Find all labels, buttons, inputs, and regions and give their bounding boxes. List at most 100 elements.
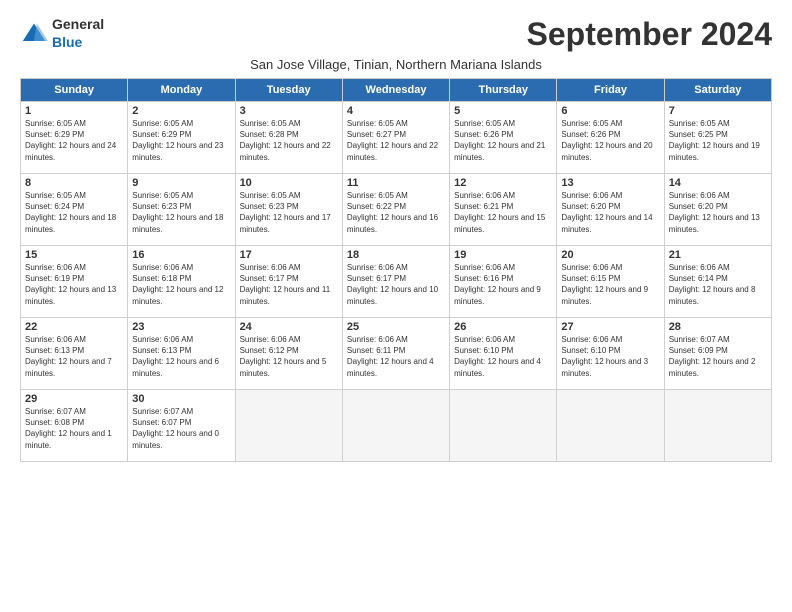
day-cell: 19 Sunrise: 6:06 AM Sunset: 6:16 PM Dayl… xyxy=(450,246,557,318)
day-info: Sunrise: 6:07 AM Sunset: 6:07 PM Dayligh… xyxy=(132,406,230,451)
empty-cell xyxy=(235,390,342,462)
day-number: 4 xyxy=(347,105,445,117)
table-row: 15 Sunrise: 6:06 AM Sunset: 6:19 PM Dayl… xyxy=(21,246,772,318)
day-number: 24 xyxy=(240,321,338,333)
day-info: Sunrise: 6:06 AM Sunset: 6:16 PM Dayligh… xyxy=(454,262,552,307)
day-number: 19 xyxy=(454,249,552,261)
day-cell: 22 Sunrise: 6:06 AM Sunset: 6:13 PM Dayl… xyxy=(21,318,128,390)
day-info: Sunrise: 6:05 AM Sunset: 6:24 PM Dayligh… xyxy=(25,190,123,235)
logo-icon xyxy=(20,20,48,48)
day-cell: 16 Sunrise: 6:06 AM Sunset: 6:18 PM Dayl… xyxy=(128,246,235,318)
day-cell: 10 Sunrise: 6:05 AM Sunset: 6:23 PM Dayl… xyxy=(235,174,342,246)
day-number: 29 xyxy=(25,393,123,405)
day-info: Sunrise: 6:06 AM Sunset: 6:17 PM Dayligh… xyxy=(240,262,338,307)
day-cell: 30 Sunrise: 6:07 AM Sunset: 6:07 PM Dayl… xyxy=(128,390,235,462)
day-cell: 21 Sunrise: 6:06 AM Sunset: 6:14 PM Dayl… xyxy=(664,246,771,318)
day-cell: 18 Sunrise: 6:06 AM Sunset: 6:17 PM Dayl… xyxy=(342,246,449,318)
day-cell: 8 Sunrise: 6:05 AM Sunset: 6:24 PM Dayli… xyxy=(21,174,128,246)
day-number: 26 xyxy=(454,321,552,333)
header-sunday: Sunday xyxy=(21,79,128,102)
day-number: 17 xyxy=(240,249,338,261)
table-row: 8 Sunrise: 6:05 AM Sunset: 6:24 PM Dayli… xyxy=(21,174,772,246)
day-info: Sunrise: 6:05 AM Sunset: 6:25 PM Dayligh… xyxy=(669,118,767,163)
day-cell: 26 Sunrise: 6:06 AM Sunset: 6:10 PM Dayl… xyxy=(450,318,557,390)
day-info: Sunrise: 6:06 AM Sunset: 6:21 PM Dayligh… xyxy=(454,190,552,235)
table-row: 29 Sunrise: 6:07 AM Sunset: 6:08 PM Dayl… xyxy=(21,390,772,462)
day-number: 15 xyxy=(25,249,123,261)
day-info: Sunrise: 6:06 AM Sunset: 6:11 PM Dayligh… xyxy=(347,334,445,379)
day-number: 2 xyxy=(132,105,230,117)
day-cell: 20 Sunrise: 6:06 AM Sunset: 6:15 PM Dayl… xyxy=(557,246,664,318)
day-number: 25 xyxy=(347,321,445,333)
day-number: 12 xyxy=(454,177,552,189)
calendar-title: September 2024 xyxy=(527,16,772,53)
table-row: 22 Sunrise: 6:06 AM Sunset: 6:13 PM Dayl… xyxy=(21,318,772,390)
day-info: Sunrise: 6:05 AMSunset: 6:29 PMDaylight:… xyxy=(25,118,123,163)
logo-blue: Blue xyxy=(52,34,82,50)
day-info: Sunrise: 6:05 AM Sunset: 6:23 PM Dayligh… xyxy=(240,190,338,235)
day-number: 9 xyxy=(132,177,230,189)
day-info: Sunrise: 6:05 AM Sunset: 6:26 PM Dayligh… xyxy=(561,118,659,163)
day-info: Sunrise: 6:06 AM Sunset: 6:15 PM Dayligh… xyxy=(561,262,659,307)
empty-cell xyxy=(342,390,449,462)
day-number: 8 xyxy=(25,177,123,189)
day-number: 5 xyxy=(454,105,552,117)
day-number: 22 xyxy=(25,321,123,333)
day-info: Sunrise: 6:05 AM Sunset: 6:23 PM Dayligh… xyxy=(132,190,230,235)
day-number: 28 xyxy=(669,321,767,333)
day-cell: 1 Sunrise: 6:05 AMSunset: 6:29 PMDayligh… xyxy=(21,102,128,174)
day-cell: 12 Sunrise: 6:06 AM Sunset: 6:21 PM Dayl… xyxy=(450,174,557,246)
logo-text: General Blue xyxy=(52,16,104,52)
day-cell: 3 Sunrise: 6:05 AM Sunset: 6:28 PM Dayli… xyxy=(235,102,342,174)
day-info: Sunrise: 6:06 AM Sunset: 6:13 PM Dayligh… xyxy=(25,334,123,379)
day-info: Sunrise: 6:05 AM Sunset: 6:26 PM Dayligh… xyxy=(454,118,552,163)
day-headers-row: Sunday Monday Tuesday Wednesday Thursday… xyxy=(21,79,772,102)
day-info: Sunrise: 6:06 AM Sunset: 6:20 PM Dayligh… xyxy=(561,190,659,235)
title-block: September 2024 xyxy=(527,16,772,53)
day-cell: 25 Sunrise: 6:06 AM Sunset: 6:11 PM Dayl… xyxy=(342,318,449,390)
empty-cell xyxy=(450,390,557,462)
calendar-subtitle: San Jose Village, Tinian, Northern Maria… xyxy=(20,57,772,72)
header: General Blue September 2024 xyxy=(20,16,772,53)
day-info: Sunrise: 6:07 AM Sunset: 6:08 PM Dayligh… xyxy=(25,406,123,451)
day-info: Sunrise: 6:06 AM Sunset: 6:14 PM Dayligh… xyxy=(669,262,767,307)
day-number: 11 xyxy=(347,177,445,189)
header-tuesday: Tuesday xyxy=(235,79,342,102)
empty-cell xyxy=(664,390,771,462)
day-cell: 28 Sunrise: 6:07 AM Sunset: 6:09 PM Dayl… xyxy=(664,318,771,390)
day-cell: 29 Sunrise: 6:07 AM Sunset: 6:08 PM Dayl… xyxy=(21,390,128,462)
day-cell: 4 Sunrise: 6:05 AM Sunset: 6:27 PM Dayli… xyxy=(342,102,449,174)
day-number: 14 xyxy=(669,177,767,189)
day-info: Sunrise: 6:06 AM Sunset: 6:12 PM Dayligh… xyxy=(240,334,338,379)
day-number: 30 xyxy=(132,393,230,405)
day-number: 27 xyxy=(561,321,659,333)
day-cell: 27 Sunrise: 6:06 AM Sunset: 6:10 PM Dayl… xyxy=(557,318,664,390)
table-row: 1 Sunrise: 6:05 AMSunset: 6:29 PMDayligh… xyxy=(21,102,772,174)
day-cell: 6 Sunrise: 6:05 AM Sunset: 6:26 PM Dayli… xyxy=(557,102,664,174)
day-cell: 24 Sunrise: 6:06 AM Sunset: 6:12 PM Dayl… xyxy=(235,318,342,390)
day-cell: 7 Sunrise: 6:05 AM Sunset: 6:25 PM Dayli… xyxy=(664,102,771,174)
day-cell: 11 Sunrise: 6:05 AM Sunset: 6:22 PM Dayl… xyxy=(342,174,449,246)
day-number: 23 xyxy=(132,321,230,333)
day-info: Sunrise: 6:06 AM Sunset: 6:10 PM Dayligh… xyxy=(561,334,659,379)
day-info: Sunrise: 6:07 AM Sunset: 6:09 PM Dayligh… xyxy=(669,334,767,379)
day-cell: 9 Sunrise: 6:05 AM Sunset: 6:23 PM Dayli… xyxy=(128,174,235,246)
day-info: Sunrise: 6:06 AM Sunset: 6:20 PM Dayligh… xyxy=(669,190,767,235)
day-number: 18 xyxy=(347,249,445,261)
day-info: Sunrise: 6:06 AM Sunset: 6:10 PM Dayligh… xyxy=(454,334,552,379)
day-cell: 15 Sunrise: 6:06 AM Sunset: 6:19 PM Dayl… xyxy=(21,246,128,318)
logo: General Blue xyxy=(20,16,104,52)
empty-cell xyxy=(557,390,664,462)
header-thursday: Thursday xyxy=(450,79,557,102)
day-number: 16 xyxy=(132,249,230,261)
day-info: Sunrise: 6:06 AM Sunset: 6:19 PM Dayligh… xyxy=(25,262,123,307)
day-cell: 14 Sunrise: 6:06 AM Sunset: 6:20 PM Dayl… xyxy=(664,174,771,246)
day-number: 13 xyxy=(561,177,659,189)
day-info: Sunrise: 6:05 AM Sunset: 6:28 PM Dayligh… xyxy=(240,118,338,163)
day-info: Sunrise: 6:06 AM Sunset: 6:17 PM Dayligh… xyxy=(347,262,445,307)
day-number: 21 xyxy=(669,249,767,261)
calendar-table: Sunday Monday Tuesday Wednesday Thursday… xyxy=(20,78,772,462)
day-cell: 17 Sunrise: 6:06 AM Sunset: 6:17 PM Dayl… xyxy=(235,246,342,318)
day-info: Sunrise: 6:06 AM Sunset: 6:13 PM Dayligh… xyxy=(132,334,230,379)
calendar-page: General Blue September 2024 San Jose Vil… xyxy=(0,0,792,472)
